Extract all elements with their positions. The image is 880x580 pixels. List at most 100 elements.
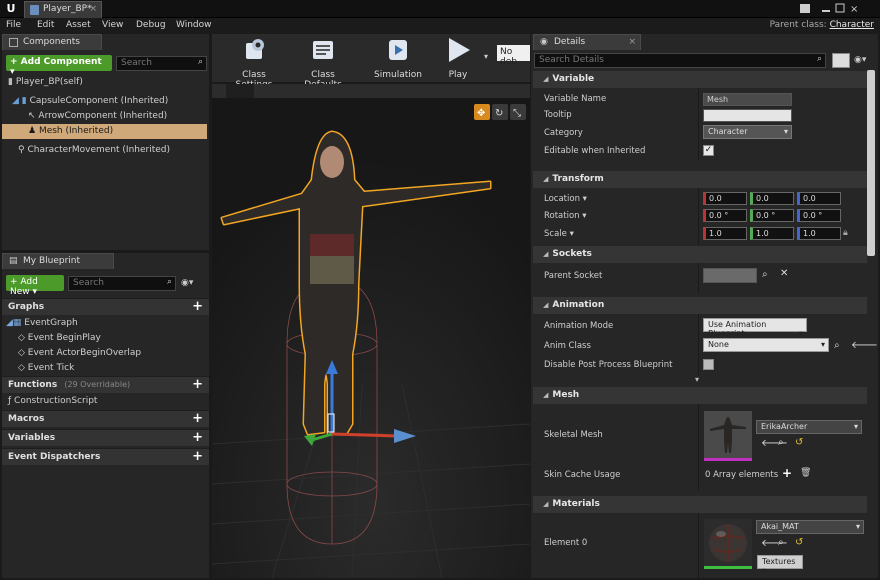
- textures-button[interactable]: Textures ▾: [757, 555, 803, 575]
- scale-y-field[interactable]: 1.0: [750, 227, 794, 240]
- debug-filter-dropdown[interactable]: No deb: [497, 45, 530, 67]
- event-begin-play[interactable]: ◇ Event BeginPlay: [18, 331, 101, 346]
- functions-section[interactable]: Functions (29 Overridable) +: [2, 376, 209, 393]
- use-selected-arrow-icon[interactable]: 🡐: [761, 437, 788, 449]
- source-control-icon[interactable]: [800, 4, 810, 13]
- play-button[interactable]: Play: [436, 34, 480, 82]
- rotation-y-field[interactable]: 0.0 °: [750, 209, 794, 222]
- material-dropdown[interactable]: Akai_MAT ▾: [756, 520, 864, 534]
- variable-category[interactable]: Variable: [533, 71, 867, 88]
- browse-anim-search-icon[interactable]: ⌕: [834, 340, 840, 351]
- event-graph-item[interactable]: ◢▦ EventGraph: [6, 316, 78, 331]
- menu-asset[interactable]: Asset: [66, 20, 91, 30]
- materials-category[interactable]: Materials: [533, 496, 867, 513]
- details-scrollbar[interactable]: [867, 70, 875, 256]
- class-settings-button[interactable]: Class Settings: [224, 34, 284, 90]
- document-tab[interactable]: Player_BP* ×: [24, 1, 102, 18]
- location-label[interactable]: Location ▾: [544, 194, 587, 204]
- event-actor-begin-overlap[interactable]: ◇ Event ActorBeginOverlap: [18, 346, 141, 361]
- add-dispatcher-plus-icon[interactable]: +: [192, 450, 203, 463]
- rotation-x-field[interactable]: 0.0 °: [703, 209, 747, 222]
- reset-to-default-icon[interactable]: ↺: [795, 537, 803, 548]
- add-component-button[interactable]: + Add Component ▾: [6, 55, 112, 77]
- delete-trash-icon[interactable]: 🗑︎: [800, 468, 811, 478]
- close-window-icon[interactable]: ×: [850, 4, 858, 15]
- simulation-button[interactable]: Simulation: [372, 34, 424, 82]
- browse-socket-search-icon[interactable]: ⌕: [762, 269, 768, 280]
- component-self[interactable]: ▮ Player_BP(self): [8, 75, 83, 90]
- component-capsule[interactable]: ◢ ▮ CapsuleComponent (Inherited): [12, 94, 168, 109]
- scale-label[interactable]: Scale ▾: [544, 229, 574, 239]
- details-search-input[interactable]: Search Details ⌕: [534, 53, 826, 68]
- add-variable-plus-icon[interactable]: +: [192, 431, 203, 444]
- details-tab[interactable]: ◉ Details ×: [533, 34, 641, 50]
- anim-class-dropdown[interactable]: None ▾: [703, 338, 829, 352]
- menu-debug[interactable]: Debug: [136, 20, 166, 30]
- scale-z-field[interactable]: 1.0: [797, 227, 841, 240]
- tooltip-field[interactable]: [703, 109, 792, 122]
- variables-section[interactable]: Variables +: [2, 429, 209, 446]
- disable-post-process-checkbox[interactable]: [703, 359, 714, 370]
- add-graph-plus-icon[interactable]: +: [192, 300, 203, 313]
- clear-socket-x-icon[interactable]: ✕: [780, 268, 788, 279]
- close-tab-icon[interactable]: ×: [628, 37, 636, 47]
- component-arrow[interactable]: ↖ ArrowComponent (Inherited): [28, 109, 167, 124]
- menu-file[interactable]: File: [6, 20, 21, 30]
- event-tick[interactable]: ◇ Event Tick: [18, 361, 74, 376]
- viewport[interactable]: [212, 84, 530, 578]
- add-function-plus-icon[interactable]: +: [192, 378, 203, 391]
- menu-window[interactable]: Window: [176, 20, 212, 30]
- add-element-plus-icon[interactable]: +: [782, 466, 792, 480]
- mesh-category[interactable]: Mesh: [533, 387, 867, 404]
- minimize-icon[interactable]: [822, 10, 830, 12]
- editable-inherited-checkbox[interactable]: ✓: [703, 145, 714, 156]
- components-tab[interactable]: Components: [2, 34, 102, 50]
- add-new-button[interactable]: + Add New ▾: [6, 275, 64, 297]
- menu-edit[interactable]: Edit: [37, 20, 54, 30]
- my-blueprint-tab[interactable]: ▤ My Blueprint: [2, 253, 114, 269]
- location-y-field[interactable]: 0.0: [750, 192, 794, 205]
- skeletal-mesh-dropdown[interactable]: ErikaArcher ▾: [756, 420, 862, 434]
- rotation-label[interactable]: Rotation ▾: [544, 211, 587, 221]
- maximize-icon[interactable]: [835, 3, 845, 13]
- close-tab-icon[interactable]: ×: [89, 4, 97, 14]
- component-character-movement[interactable]: ⚲ CharacterMovement (Inherited): [18, 143, 170, 158]
- animation-mode-dropdown[interactable]: Use Animation Blueprint ▾: [703, 318, 807, 338]
- property-matrix-icon[interactable]: [832, 53, 850, 68]
- skeletal-mesh-thumbnail[interactable]: [704, 411, 752, 461]
- sockets-category[interactable]: Sockets: [533, 246, 867, 263]
- transform-category[interactable]: Transform: [533, 171, 867, 188]
- use-selected-arrow-icon[interactable]: 🡐: [851, 339, 878, 351]
- rotation-z-field[interactable]: 0.0 °: [797, 209, 841, 222]
- visibility-eye-icon[interactable]: ◉▾: [181, 278, 193, 288]
- browse-mesh-search-icon[interactable]: ⌕: [778, 437, 784, 448]
- location-x-field[interactable]: 0.0: [703, 192, 747, 205]
- event-dispatchers-section[interactable]: Event Dispatchers +: [2, 448, 209, 465]
- variable-name-field[interactable]: Mesh: [703, 93, 792, 106]
- component-mesh[interactable]: ♟ Mesh (Inherited): [28, 124, 113, 139]
- play-options-chevron-icon[interactable]: ▾: [484, 52, 488, 61]
- advanced-expand-icon[interactable]: ▾: [695, 375, 699, 384]
- gizmo-x-axis[interactable]: [331, 432, 398, 438]
- blueprint-search-input[interactable]: Search ⌕: [68, 276, 176, 291]
- reset-to-default-icon[interactable]: ↺: [795, 437, 803, 448]
- scale-x-field[interactable]: 1.0: [703, 227, 747, 240]
- browse-material-search-icon[interactable]: ⌕: [778, 537, 784, 548]
- viewport-tab[interactable]: [226, 84, 254, 98]
- parent-socket-field[interactable]: [703, 268, 757, 283]
- construction-script-item[interactable]: ƒ ConstructionScript: [8, 394, 97, 409]
- components-search-input[interactable]: Search ⌕: [116, 56, 207, 71]
- use-selected-arrow-icon[interactable]: 🡐: [761, 537, 788, 549]
- unreal-logo-icon[interactable]: U: [4, 2, 18, 16]
- lock-icon[interactable]: 🔒︎: [843, 228, 848, 238]
- macros-section[interactable]: Macros +: [2, 410, 209, 427]
- parent-class-link[interactable]: Character: [830, 20, 874, 30]
- menu-view[interactable]: View: [102, 20, 123, 30]
- location-z-field[interactable]: 0.0: [797, 192, 841, 205]
- visibility-eye-icon[interactable]: ◉▾: [854, 55, 866, 65]
- category-dropdown[interactable]: Character ▾: [703, 125, 792, 139]
- graphs-section[interactable]: Graphs +: [2, 298, 209, 315]
- animation-category[interactable]: Animation: [533, 297, 867, 314]
- material-thumbnail[interactable]: [704, 519, 752, 569]
- class-defaults-button[interactable]: Class Defaults: [292, 34, 354, 90]
